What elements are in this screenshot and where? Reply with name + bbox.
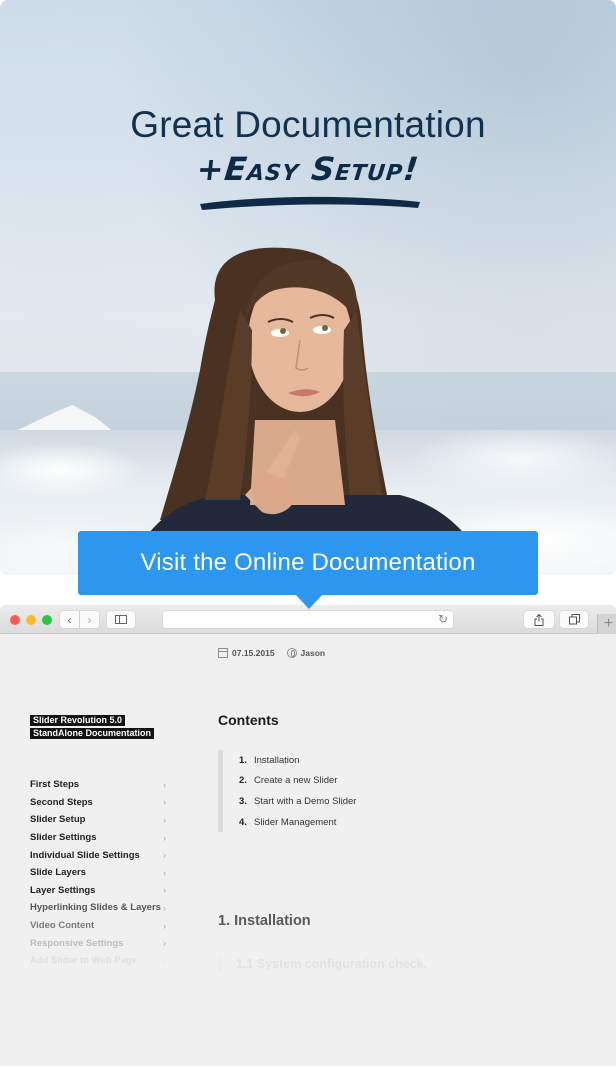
toc-item[interactable]: 3. Start with a Demo Slider (239, 791, 356, 812)
table-of-contents: 1. Installation 2. Create a new Slider 3. S… (218, 750, 356, 833)
sidebar-item-slider-settings[interactable]: Slider Settings › (30, 829, 170, 847)
contents-heading: Contents (218, 712, 279, 728)
post-author[interactable]: Jason (301, 648, 326, 658)
sidebar-item-video-content[interactable]: Video Content › (30, 917, 170, 935)
subsection-heading-text: 1.1 System configuration check. (236, 957, 428, 971)
reload-icon[interactable]: ↻ (438, 612, 448, 626)
chevron-right-icon: › (163, 797, 166, 808)
toc-item[interactable]: 4. Slider Management (239, 812, 356, 833)
chevron-right-icon: › (87, 612, 92, 627)
user-icon (286, 648, 297, 658)
subsection-marker (218, 957, 222, 972)
sidebar-item-label: Slider Settings (30, 832, 97, 844)
chevron-right-icon: › (163, 955, 166, 966)
sidebar-item-label: Video Content (30, 920, 95, 932)
toc-number: 4. (239, 816, 247, 828)
chevron-right-icon: › (163, 902, 166, 913)
cta-label: Visit the Online Documentation (140, 549, 476, 576)
address-bar[interactable]: ↻ (163, 611, 453, 628)
sidebar-item-label: Slider Setup (30, 814, 86, 826)
share-icon (534, 613, 544, 626)
subsection-heading: 1.1 System configuration check. (218, 957, 427, 972)
share-button[interactable] (524, 611, 554, 628)
toc-label: Installation (254, 754, 300, 766)
sidebar-item-add-slider-to-web-page[interactable]: Add Slider to Web Page › (30, 952, 170, 970)
brush-underline (200, 196, 420, 210)
visit-online-documentation-button[interactable]: Visit the Online Documentation (78, 531, 538, 595)
sidebar-item-individual-slide-settings[interactable]: Individual Slide Settings › (30, 846, 170, 864)
chevron-right-icon: › (163, 938, 166, 949)
back-button[interactable]: ‹ (60, 611, 79, 628)
product-subtitle-tag: StandAlone Documentation (30, 728, 155, 739)
sidebar-item-label: Add Slider to Web Page (30, 955, 137, 967)
cta-pointer-arrow (295, 594, 323, 609)
hero-subtitle: +Easy Setup! (194, 150, 422, 188)
post-date: 07.15.2015 (232, 648, 275, 658)
chevron-right-icon: › (163, 832, 166, 843)
docs-sidebar-nav: First Steps › Second Steps › Slider Setup ›… (30, 776, 170, 970)
sidebar-item-label: Layer Settings (30, 884, 96, 896)
sidebar-item-slide-layers[interactable]: Slide Layers › (30, 864, 170, 882)
woman-thinking-photo (130, 247, 490, 575)
chevron-left-icon: ‹ (67, 612, 72, 627)
chevron-right-icon: › (163, 850, 166, 861)
toc-number: 2. (239, 775, 247, 787)
toc-number: 1. (239, 754, 247, 766)
sidebar-item-hyperlinking[interactable]: Hyperlinking Slides & Layers › (30, 899, 170, 917)
post-meta: 07.15.2015 Jason (218, 648, 325, 658)
toc-label: Create a new Slider (254, 775, 338, 787)
section-heading-installation: 1. Installation (218, 913, 311, 929)
sidebar-item-label: Responsive Settings (30, 937, 124, 949)
chevron-right-icon: › (163, 885, 166, 896)
sidebar-item-label: Slide Layers (30, 867, 86, 879)
toc-item[interactable]: 2. Create a new Slider (239, 771, 356, 792)
sidebar-item-label: Second Steps (30, 796, 93, 808)
show-tabs-button[interactable] (560, 611, 588, 628)
chevron-right-icon: › (163, 779, 166, 790)
sidebar-item-slider-setup[interactable]: Slider Setup › (30, 811, 170, 829)
toc-label: Slider Management (254, 816, 337, 828)
chevron-right-icon: › (163, 814, 166, 825)
sidebar-item-responsive-settings[interactable]: Responsive Settings › (30, 934, 170, 952)
hero-title: Great Documentation (130, 104, 486, 145)
calendar-icon (218, 648, 228, 658)
hero-banner: Great Documentation +Easy Setup! (0, 0, 616, 575)
sidebar-item-second-steps[interactable]: Second Steps › (30, 794, 170, 812)
tabs-overview-icon (568, 614, 580, 625)
sidebar-item-layer-settings[interactable]: Layer Settings › (30, 882, 170, 900)
browser-window: ‹ › ↻ + 07.15.2015 Jason Slider Revoluti… (0, 605, 616, 1066)
sidebar-item-label: First Steps (30, 779, 80, 791)
sidebar-item-label: Hyperlinking Slides & Layers (30, 902, 161, 914)
chevron-right-icon: › (163, 920, 166, 931)
chevron-right-icon: › (163, 867, 166, 878)
zoom-window-button[interactable] (42, 615, 52, 625)
sidebar-item-label: Individual Slide Settings (30, 849, 140, 861)
browser-toolbar: ‹ › ↻ + (0, 605, 616, 634)
product-name-tag: Slider Revolution 5.0 (30, 715, 126, 726)
toc-number: 3. (239, 795, 247, 807)
toc-item[interactable]: 1. Installation (239, 750, 356, 771)
minimize-window-button[interactable] (26, 615, 36, 625)
sidebar-item-first-steps[interactable]: First Steps › (30, 776, 170, 794)
new-tab-button[interactable]: + (597, 614, 616, 634)
plus-icon: + (603, 615, 614, 632)
close-window-button[interactable] (10, 615, 20, 625)
sidebar-toggle-button[interactable] (107, 611, 135, 628)
forward-button[interactable]: › (80, 611, 99, 628)
toc-label: Start with a Demo Slider (254, 795, 357, 807)
sidebar-icon (115, 615, 127, 624)
